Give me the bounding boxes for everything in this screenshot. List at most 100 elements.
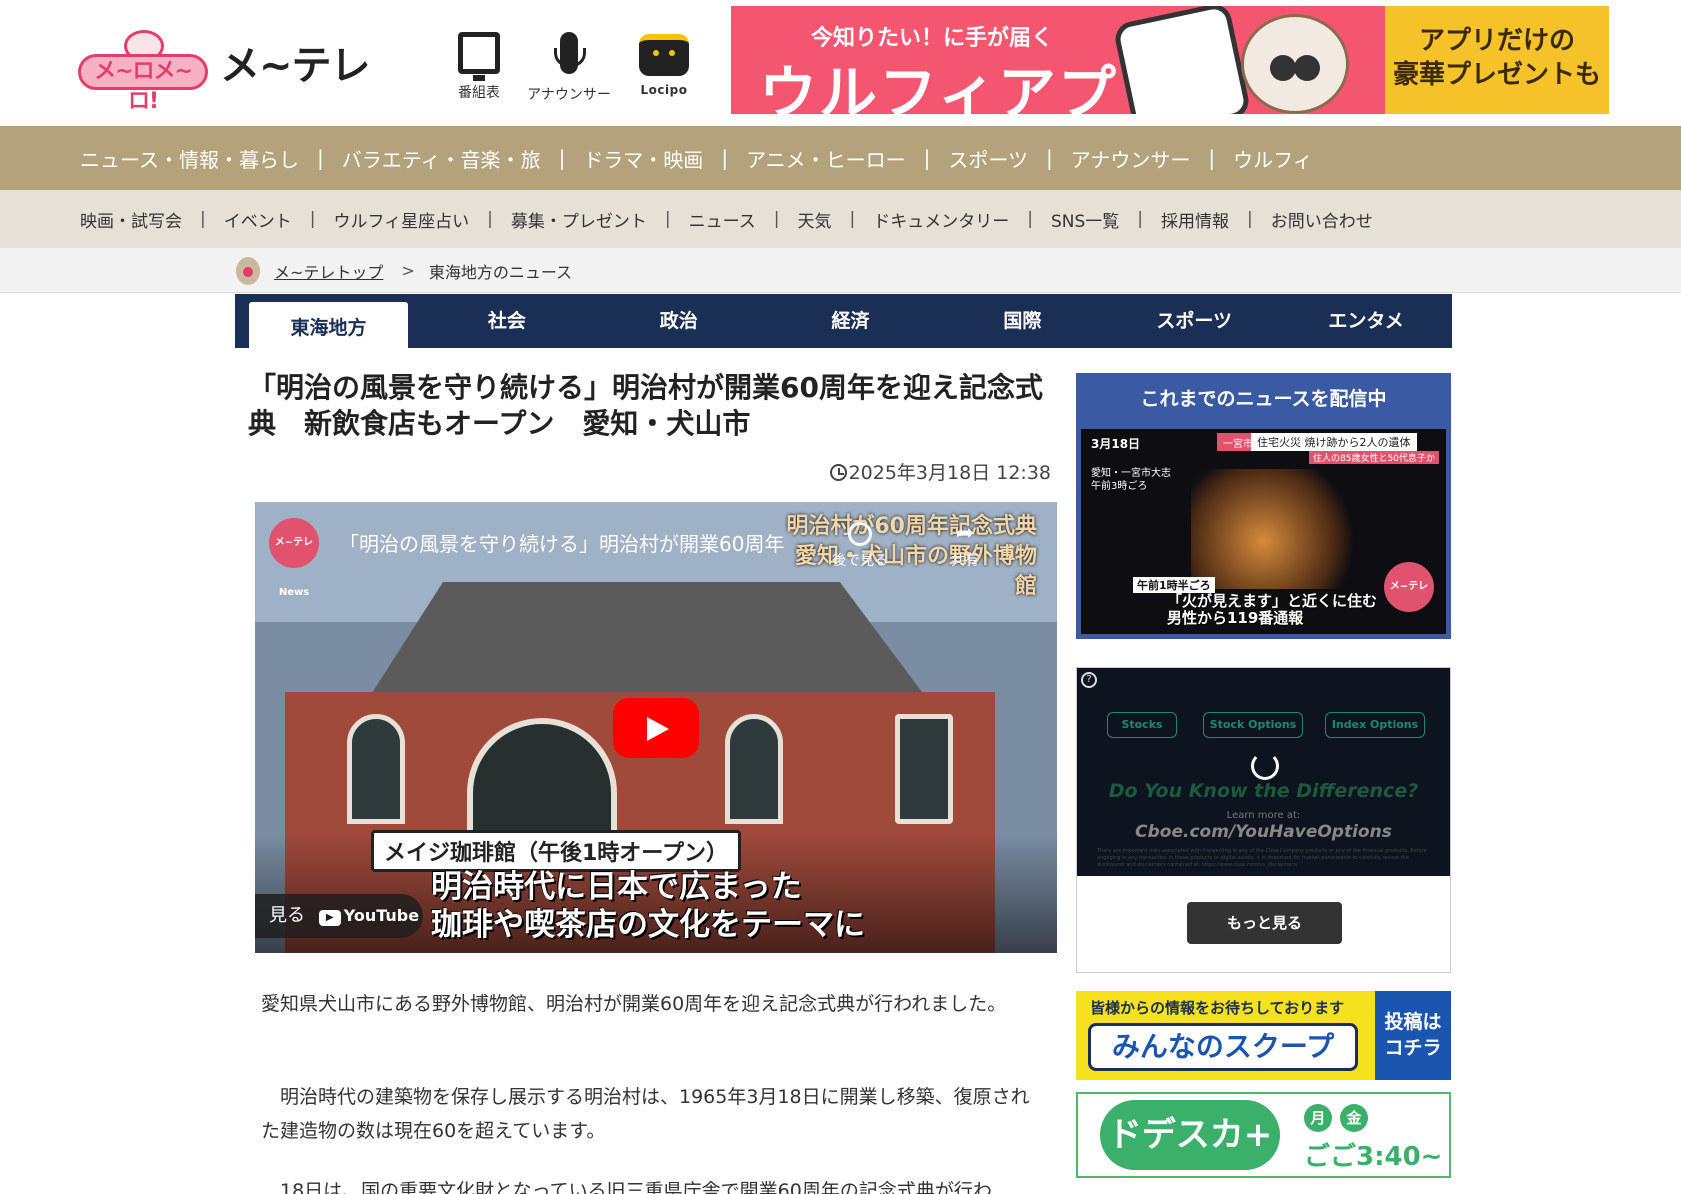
app-promo-banner[interactable]: 今知りたい！に手が届く ウルフィアプリ アプリだけの 豪華プレゼントも [731, 6, 1609, 114]
secondary-nav-item[interactable]: 募集・プレゼント [511, 207, 647, 232]
tab-category[interactable]: 東海地方 [249, 302, 408, 348]
article-paragraph: 明治時代の建築物を保存し展示する明治村は、1965年3月18日に開業し移築、復原… [261, 1086, 1030, 1142]
ad-url: Cboe.com/YouHaveOptions [1135, 822, 1392, 842]
nav-separator: | [309, 209, 316, 229]
primary-nav-item[interactable]: スポーツ [948, 144, 1028, 173]
article-paragraph: 18日は、国の重要文化財となっている旧三重県庁舎で開業60周年の記念式典が行わ [261, 1180, 992, 1194]
nav-separator: | [721, 146, 729, 170]
banner-title: ウルフィアプリ [759, 59, 1178, 114]
share-button[interactable]: ➦ 共有 [935, 522, 995, 570]
tv-icon [458, 32, 500, 81]
microphone-icon [554, 32, 586, 74]
clock-icon [829, 464, 847, 481]
secondary-nav-item[interactable]: お問い合わせ [1271, 207, 1373, 232]
secondary-nav-item[interactable]: ニュース [689, 207, 756, 232]
logo-badge-text: メ~ロメ~ロ! [78, 54, 208, 114]
tab-category[interactable]: 社会 [421, 294, 593, 348]
site-header: メ~ロメ~ロ! メ~テレ 番組表 アナウンサー Locipo 今知りたい！に手が… [0, 0, 1681, 126]
thumb-time: 午前1時半ごろ [1133, 577, 1215, 593]
breadcrumb-separator: > [401, 261, 415, 280]
primary-nav-item[interactable]: バラエティ・音楽・旅 [342, 144, 541, 173]
nav-separator: | [664, 209, 671, 229]
video-title[interactable]: 「明治の風景を守り続ける」明治村が開業60周年 [339, 528, 809, 557]
secondary-nav: 映画・試写会 | イベント | ウルフィ星座占い | 募集・プレゼント | ニュース | 天気 | ドキ… [0, 190, 1681, 248]
ad-info-icon[interactable]: ? [1081, 672, 1097, 688]
primary-nav-item[interactable]: ウルフィ [1233, 144, 1313, 173]
share-icon: ➦ [955, 521, 975, 546]
secondary-nav-item[interactable]: 採用情報 [1161, 207, 1229, 232]
broadcast-days: 月金 [1304, 1104, 1376, 1132]
breadcrumb-home-link[interactable]: メ~テレトップ [274, 259, 383, 283]
ad-chip: Stocks [1107, 712, 1177, 738]
replay-icon[interactable] [1251, 752, 1279, 780]
day-friday: 金 [1340, 1104, 1368, 1132]
primary-nav-item[interactable]: アナウンサー [1071, 144, 1191, 173]
advertisement[interactable]: ? Stocks Stock Options Index Options Do … [1076, 667, 1451, 973]
primary-nav-item[interactable]: ドラマ・映画 [583, 144, 703, 173]
channel-logo[interactable]: メ~テレ News [269, 518, 319, 598]
secondary-nav-item[interactable]: ドキュメンタリー [873, 207, 1009, 232]
primary-nav-item[interactable]: アニメ・ヒーロー [746, 144, 906, 173]
video-caption-box: メイジ珈琲館（午後1時オープン） [371, 830, 741, 872]
thumb-place: 愛知・一宮市大志 午前3時ごろ [1091, 468, 1171, 492]
breadcrumb-current: 東海地方のニュース [428, 262, 573, 282]
scoop-banner[interactable]: 皆様からの情報をお待ちしております みんなのスクープ 投稿は コチラ [1076, 991, 1451, 1080]
tab-category[interactable]: 政治 [593, 294, 765, 348]
nav-separator: | [1208, 146, 1216, 170]
share-label: 共有 [951, 553, 979, 569]
see-more-button[interactable]: もっと見る [1187, 902, 1342, 944]
phone-illustration [1112, 6, 1252, 114]
banner-present-line2: 豪華プレゼントも [1392, 60, 1601, 90]
ad-fine-print: There are important risks associated wit… [1097, 848, 1427, 868]
video-caption-main: 明治時代に日本で広まった 珈琲や喫茶店の文化をテーマに [431, 869, 865, 943]
tab-category[interactable]: スポーツ [1108, 294, 1280, 348]
program-guide-label: 番組表 [458, 85, 500, 101]
secondary-nav-item[interactable]: ウルフィ星座占い [333, 207, 469, 232]
secondary-nav-item[interactable]: SNS一覧 [1051, 207, 1119, 232]
watch-label: 見る [269, 905, 305, 926]
watch-on-youtube-button[interactable]: 見る YouTube [255, 894, 423, 938]
thumb-quote: 「火が見えます」と近くに住む 男性から119番通報 [1167, 592, 1378, 627]
secondary-nav-item[interactable]: 天気 [798, 207, 832, 232]
announcer-link[interactable]: アナウンサー [514, 30, 624, 104]
ad-creative[interactable]: ? Stocks Stock Options Index Options Do … [1077, 668, 1450, 876]
tab-category[interactable]: 経済 [765, 294, 937, 348]
primary-nav-item[interactable]: ニュース・情報・暮らし [80, 144, 299, 173]
clock-icon [848, 522, 872, 546]
nav-separator: | [200, 209, 206, 229]
thumb-tag: 一宮市 [1223, 439, 1253, 450]
article-paragraph: 愛知県犬山市にある野外博物館、明治村が開業60周年を迎え記念式典が行われました。 [261, 993, 1007, 1015]
tab-category[interactable]: エンタメ [1280, 294, 1452, 348]
announcer-label: アナウンサー [527, 87, 611, 103]
locipo-label: Locipo [640, 83, 688, 97]
video-overlay-caption: 明治村が60周年記念式典 愛知・犬山市の野外博物館 [786, 514, 1037, 599]
ad-headline: Do You Know the Difference? [1108, 780, 1419, 802]
article-date: 2025年3月18日 12:38 [818, 458, 1051, 485]
wolfy-mascot-icon [1241, 14, 1349, 114]
nav-separator: | [1247, 209, 1253, 229]
watch-later-button[interactable]: 後で見る [825, 522, 895, 570]
news-thumbnail[interactable]: 3月18日 愛知・一宮市大志 午前3時ごろ 住宅火災 焼け跡から2人の遺体 一宮… [1081, 429, 1446, 634]
news-archive-panel[interactable]: これまでのニュースを配信中 3月18日 愛知・一宮市大志 午前3時ごろ 住宅火災… [1076, 373, 1451, 639]
youtube-logo: YouTube [319, 906, 419, 925]
ad-chip: Index Options [1325, 712, 1425, 738]
locipo-icon [639, 34, 689, 76]
secondary-nav-item[interactable]: 映画・試写会 [80, 207, 182, 232]
nav-separator: | [923, 146, 931, 170]
banner-present-box: アプリだけの 豪華プレゼントも [1385, 6, 1609, 114]
ad-learn-more: Learn more at: [1226, 810, 1301, 821]
watch-later-label: 後で見る [832, 553, 888, 569]
nav-separator: | [1137, 209, 1144, 229]
dodesuka-banner[interactable]: ドデスカ+ 月金 ごご3:40~ [1076, 1092, 1451, 1178]
scoop-submit-button[interactable]: 投稿は コチラ [1375, 991, 1451, 1080]
article-date-text: 2025年3月18日 12:38 [848, 462, 1051, 484]
video-player[interactable]: メ~テレ News 「明治の風景を守り続ける」明治村が開業60周年 明治村が60… [255, 502, 1057, 953]
site-logo[interactable]: メ~ロメ~ロ! メ~テレ [78, 28, 408, 114]
locipo-link[interactable]: Locipo [609, 30, 719, 98]
broadcast-time: ごご3:40~ [1304, 1142, 1443, 1172]
secondary-nav-item[interactable]: イベント [224, 207, 292, 232]
scoop-title: みんなのスクープ [1088, 1023, 1358, 1071]
tab-category[interactable]: 国際 [936, 294, 1108, 348]
breadcrumb: メ~テレトップ > 東海地方のニュース [0, 248, 1681, 293]
play-button[interactable] [613, 698, 699, 758]
